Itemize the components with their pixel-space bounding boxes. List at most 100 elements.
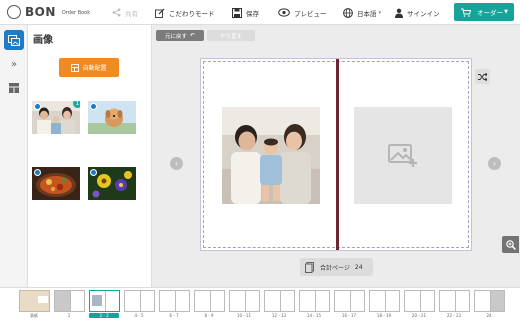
signin-label: サインイン: [407, 9, 440, 18]
page-label-14-15: 14 - 15: [306, 313, 322, 318]
page-thumb-24[interactable]: [474, 290, 505, 312]
thumbnail-dog-photo[interactable]: [88, 101, 136, 134]
edit-icon: [155, 8, 165, 18]
chevron-down-icon: ▾: [378, 9, 382, 16]
save-label: 保存: [246, 9, 259, 18]
logo-subtitle: Order Book: [61, 10, 91, 16]
page-spread[interactable]: [200, 58, 472, 251]
next-page-button[interactable]: ›: [488, 157, 501, 170]
thumbnail-food-photo[interactable]: [32, 167, 80, 200]
page-thumb-12-13[interactable]: [264, 290, 295, 312]
order-label: オーダー: [477, 9, 503, 17]
logo-mark-icon: [7, 5, 21, 19]
page-thumb-16-17[interactable]: [334, 290, 365, 312]
thumbnail-flowers-photo[interactable]: [88, 167, 136, 200]
blank-left-page: [55, 291, 70, 311]
page-thumb-6-7[interactable]: [159, 290, 190, 312]
preview-label: プレビュー: [294, 9, 327, 18]
share-label: 共有: [125, 9, 138, 18]
save-button[interactable]: 保存: [232, 0, 259, 25]
zoom-in-icon: [505, 239, 516, 250]
language-selector[interactable]: 日本語 ▾: [343, 0, 381, 25]
undo-arrow-icon: ↶: [189, 32, 196, 39]
page-fold: [69, 291, 71, 311]
page-label-8-9: 8 - 9: [204, 313, 214, 318]
top-toolbar: BON Order Book 共有 こだわりモード 保存 プレビュー 日本語 ▾…: [0, 0, 520, 25]
chevron-left-icon: ‹: [174, 159, 179, 168]
advanced-mode-label: こだわりモード: [169, 9, 215, 18]
page-fold: [314, 291, 316, 311]
chevron-down-icon: ▼: [504, 9, 508, 15]
page-label-1: 1: [67, 313, 71, 318]
signin-button[interactable]: サインイン: [395, 0, 440, 25]
thumbnail-family-photo[interactable]: 1: [32, 101, 80, 134]
image-panel: 画像 自動配置 1: [28, 25, 152, 287]
placed-photo-frame[interactable]: [222, 107, 320, 204]
family-photo-image: [222, 107, 320, 204]
page-fold: [454, 291, 456, 311]
photos-icon: [8, 34, 20, 46]
cart-icon: [461, 8, 471, 17]
page-thumb-2-3[interactable]: [89, 290, 120, 312]
page-thumb-4-5[interactable]: [124, 290, 155, 312]
page-label-2-3: 2 - 3: [89, 313, 119, 318]
add-image-icon: [388, 143, 417, 167]
logo[interactable]: BON Order Book: [7, 5, 90, 19]
undo-button[interactable]: 元に戻す ↶: [156, 30, 204, 41]
selected-check-icon: [90, 103, 97, 110]
user-icon: [395, 8, 403, 18]
redo-label: やり直す: [219, 33, 242, 40]
page-thumb-cover[interactable]: [19, 290, 50, 312]
left-rail: »: [0, 25, 28, 287]
page-fold: [384, 291, 386, 311]
expand-panel-button[interactable]: »: [4, 54, 24, 74]
auto-place-button[interactable]: 自動配置: [59, 58, 119, 77]
page-label-20-21: 20 - 21: [411, 313, 427, 318]
page-fold: [279, 291, 281, 311]
page-count-badge: 合計ページ 24: [300, 258, 373, 276]
page-thumb-14-15[interactable]: [299, 290, 330, 312]
page-label-6-7: 6 - 7: [169, 313, 179, 318]
empty-photo-frame[interactable]: [354, 107, 452, 204]
panel-title: 画像: [33, 35, 53, 46]
page-thumb-10-11[interactable]: [229, 290, 260, 312]
photobook-editor: BON Order Book 共有 こだわりモード 保存 プレビュー 日本語 ▾…: [0, 0, 520, 323]
auto-layout-icon: [71, 63, 80, 72]
zoom-button[interactable]: [502, 236, 519, 253]
page-thumb-20-21[interactable]: [404, 290, 435, 312]
eye-icon: [278, 8, 290, 17]
page-fold: [244, 291, 246, 311]
undo-label: 元に戻す: [164, 33, 187, 40]
language-label: 日本語: [357, 9, 377, 18]
page-thumb-22-23[interactable]: [439, 290, 470, 312]
page-thumb-8-9[interactable]: [194, 290, 225, 312]
preview-button[interactable]: プレビュー: [278, 0, 327, 25]
page-fold: [419, 291, 421, 311]
page-label-10-11: 10 - 11: [236, 313, 252, 318]
page-label-18-19: 18 - 19: [376, 313, 392, 318]
order-button[interactable]: オーダー ▼: [454, 3, 514, 21]
blank-right-page: [489, 291, 504, 311]
advanced-mode-button[interactable]: こだわりモード: [155, 0, 215, 25]
page-label-24: 24: [486, 313, 492, 318]
page-fold: [139, 291, 141, 311]
page-label-4-5: 4 - 5: [134, 313, 144, 318]
spine-divider: [336, 59, 339, 250]
selected-check-icon: [90, 169, 97, 176]
prev-page-button[interactable]: ‹: [170, 157, 183, 170]
cover-photo-placeholder: [38, 296, 48, 303]
page-fold: [349, 291, 351, 311]
page-fold: [174, 291, 176, 311]
page-label-12-13: 12 - 13: [271, 313, 287, 318]
photos-tab-button[interactable]: [4, 30, 24, 50]
page-thumb-1[interactable]: [54, 290, 85, 312]
redo-button[interactable]: やり直す: [207, 30, 255, 41]
page-thumb-18-19[interactable]: [369, 290, 400, 312]
selected-check-icon: [34, 103, 41, 110]
auto-place-label: 自動配置: [82, 65, 107, 72]
layout-tab-button[interactable]: [4, 78, 24, 98]
shuffle-button[interactable]: [475, 69, 490, 84]
share-button[interactable]: 共有: [112, 0, 138, 25]
page-count-label: 合計ページ: [320, 264, 350, 272]
chevron-right-icon: ›: [492, 159, 497, 168]
